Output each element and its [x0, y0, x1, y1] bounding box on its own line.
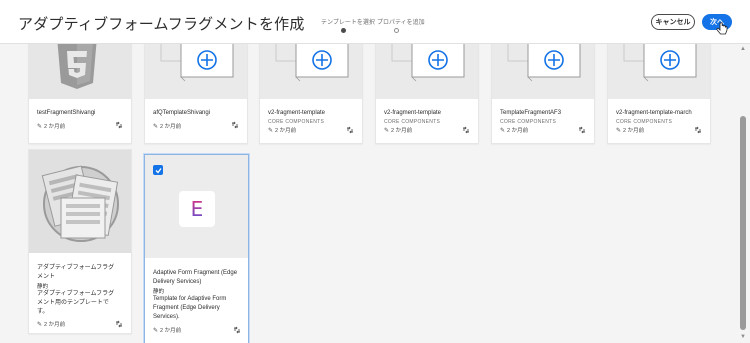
- move-icon[interactable]: [231, 121, 239, 129]
- add-icon: [391, 44, 465, 82]
- card-title: v2-fragment-template: [384, 110, 442, 116]
- move-icon[interactable]: [462, 126, 470, 134]
- card-title: Adaptive Form Fragment (Edge Delivery Ser…: [153, 270, 238, 285]
- pencil-icon: ✎: [616, 127, 622, 134]
- template-card[interactable]: TemplateFragmentAF3 CORE COMPONENTS ✎ 2 か…: [491, 44, 595, 144]
- eds-logo-letter: E: [190, 197, 204, 221]
- template-card-selected[interactable]: E Adaptive Form Fragment (Edge Delivery S…: [144, 154, 249, 343]
- pencil-icon: ✎: [153, 123, 159, 130]
- checkmark-icon: [155, 167, 162, 173]
- hand-cursor-icon: [716, 22, 728, 35]
- card-title: afQTemplateShivangi: [153, 110, 211, 116]
- card-thumbnail: [492, 44, 594, 99]
- pencil-icon: ✎: [384, 127, 390, 134]
- card-modified: ✎ 2 か月前: [616, 127, 645, 135]
- card-thumbnail: [260, 44, 362, 99]
- move-icon[interactable]: [346, 126, 354, 134]
- move-icon[interactable]: [115, 121, 123, 129]
- pencil-icon: ✎: [37, 123, 43, 130]
- card-category: CORE COMPONENTS: [384, 119, 441, 125]
- add-icon: [623, 44, 697, 82]
- card-thumbnail: [29, 150, 131, 253]
- eds-logo: E: [179, 191, 215, 227]
- card-category: CORE COMPONENTS: [268, 119, 325, 125]
- card-category: CORE COMPONENTS: [616, 119, 673, 125]
- pencil-icon: ✎: [37, 321, 43, 328]
- scroll-up-arrow[interactable]: ▲: [739, 46, 747, 52]
- template-card[interactable]: アダプティブフォームフラグ メント 静的 アダプティブフォームフラグ メント用のテン…: [28, 149, 132, 334]
- add-icon: [275, 44, 349, 82]
- page-title: アダプティブフォームフラグメントを作成: [18, 16, 305, 33]
- template-card[interactable]: v2-fragment-template CORE COMPONENTS ✎ 2 …: [259, 44, 363, 144]
- step-indicator-next: [394, 28, 399, 33]
- card-modified: ✎ 2 か月前: [153, 327, 182, 335]
- card-description: アダプティブフォームフラグ メント用のテンプレートで す。: [37, 291, 115, 315]
- card-thumbnail: [145, 44, 247, 99]
- step-label-add-properties: プロパティを追加: [377, 20, 425, 26]
- move-icon[interactable]: [115, 320, 123, 328]
- template-card[interactable]: v2-fragment-template-march CORE COMPONEN…: [607, 44, 711, 144]
- step-label-select-template: テンプレートを選択: [321, 20, 375, 26]
- move-icon[interactable]: [233, 326, 241, 334]
- html5-icon: [57, 44, 97, 89]
- scrollbar-thumb[interactable]: [740, 116, 746, 330]
- card-title: v2-fragment-template-march: [616, 110, 692, 116]
- cancel-button[interactable]: キャンセル: [651, 14, 695, 30]
- card-thumbnail: E: [145, 155, 248, 258]
- card-modified: ✎ 2 か月前: [153, 123, 182, 131]
- card-thumbnail: [29, 44, 131, 99]
- card-category: CORE COMPONENTS: [500, 119, 557, 125]
- card-title: v2-fragment-template: [268, 110, 326, 116]
- add-icon: [507, 44, 581, 82]
- card-modified: ✎ 2 か月前: [384, 127, 413, 135]
- move-icon[interactable]: [694, 126, 702, 134]
- card-thumbnail: [608, 44, 710, 99]
- template-card[interactable]: afQTemplateShivangi ✎ 2 か月前: [144, 44, 248, 144]
- template-card[interactable]: v2-fragment-template CORE COMPONENTS ✎ 2 …: [375, 44, 479, 144]
- scroll-down-arrow[interactable]: ▼: [739, 334, 747, 340]
- checkbox-checked[interactable]: [153, 165, 163, 175]
- pencil-icon: ✎: [500, 127, 506, 134]
- pencil-icon: ✎: [153, 327, 159, 334]
- card-title: testFragmentShivangi: [37, 110, 96, 116]
- step-indicator-current: [341, 28, 346, 33]
- card-modified: ✎ 2 か月前: [37, 321, 66, 329]
- wizard-header: アダプティブフォームフラグメントを作成 テンプレートを選択 プロパティを追加 キ…: [0, 0, 750, 44]
- card-description: Template for Adaptive Form Fragment (Edge…: [153, 296, 227, 320]
- card-modified: ✎ 2 か月前: [500, 127, 529, 135]
- add-icon: [160, 44, 234, 82]
- template-grid: testFragmentShivangi ✎ 2 か月前 afQTemplateS…: [0, 44, 750, 343]
- card-title: アダプティブフォームフラグ メント: [37, 265, 115, 280]
- card-modified: ✎ 2 か月前: [37, 123, 66, 131]
- card-title: TemplateFragmentAF3: [500, 110, 562, 116]
- template-card[interactable]: testFragmentShivangi ✎ 2 か月前: [28, 44, 132, 144]
- card-thumbnail: [376, 44, 478, 99]
- document-stack-icon: [41, 165, 119, 242]
- pencil-icon: ✎: [268, 127, 274, 134]
- card-modified: ✎ 2 か月前: [268, 127, 297, 135]
- move-icon[interactable]: [578, 126, 586, 134]
